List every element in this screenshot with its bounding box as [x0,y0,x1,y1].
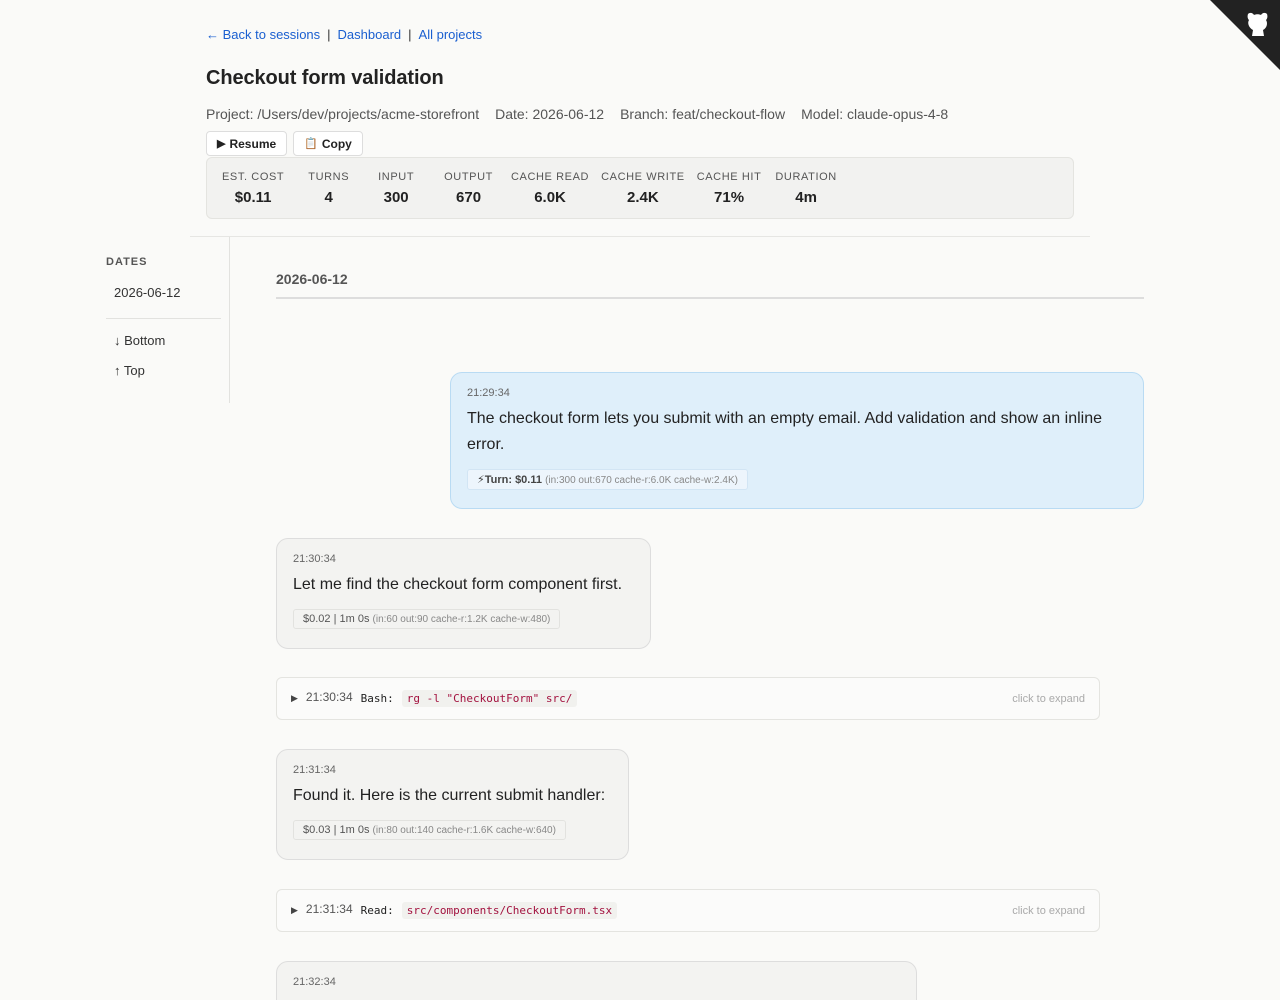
tool-name: Read: [360,904,394,917]
tool-command: rg -l "CheckoutForm" src/ [401,690,578,707]
stat-value: 6.0K [534,189,566,206]
stat-label: CACHE HIT [696,171,762,183]
stat-value: 2.4K [627,189,659,206]
message-text: The checkout form lets you submit with a… [467,410,1102,453]
stat-cache-write: CACHE WRITE 2.4K [601,171,685,218]
expand-hint: click to expand [1012,692,1085,705]
stat-label: CACHE WRITE [601,171,685,183]
tool-timestamp: 21:31:34 [305,901,353,916]
stat-label: OUTPUT [444,171,493,183]
dates-section-label: DATES [106,256,148,268]
stat-cache-read: CACHE READ 6.0K [511,171,589,218]
all-projects-link[interactable]: All projects [419,27,483,42]
play-icon: ▶ [217,138,226,150]
meta-date: Date: 2026-06-12 [495,106,605,122]
copy-label: Copy [321,136,352,151]
stat-label: EST. COST [222,171,285,183]
stat-value: 4m [795,189,817,206]
session-header: ← Back to sessions | Dashboard | All pro… [206,26,1086,156]
message-cost-badge: $0.02 | 1m 0s (in:60 out:90 cache-r:1.2K… [293,609,561,629]
message-timestamp: 21:32:34 [293,976,336,988]
page-title: Checkout form validation [206,67,444,89]
assistant-message: 21:30:34 Let me find the checkout form c… [276,538,651,649]
github-corner[interactable] [1210,0,1280,70]
stat-label: DURATION [775,171,837,183]
stat-input: INPUT 300 [378,171,414,218]
message-cost-detail: (in:80 out:140 cache-r:1.6K cache-w:640) [372,825,556,836]
meta-branch: Branch: feat/checkout-flow [620,106,786,122]
stat-label: CACHE READ [510,171,590,183]
resume-button[interactable]: ▶ Resume [206,131,288,156]
sidebar-date-link[interactable]: 2026-06-12 [114,285,229,300]
stat-turns: TURNS 4 [308,171,349,218]
message-text: Let me find the checkout form component … [293,576,623,593]
stat-value: 4 [324,189,333,206]
stat-output: OUTPUT 670 [444,171,493,218]
action-buttons: ▶ Resume 📋 Copy [206,131,1086,156]
stats-bar: EST. COST $0.11 TURNS 4 INPUT 300 OUTPUT… [206,157,1074,219]
tool-timestamp: 21:30:34 [305,689,353,704]
back-to-sessions-link[interactable]: ← Back to sessions [206,27,320,42]
message-cost-badge: $0.03 | 1m 0s (in:80 out:140 cache-r:1.6… [293,820,566,840]
nav-separator: | [408,26,412,42]
message-cost-main: $0.03 | 1m 0s [303,824,370,836]
tool-name: Bash: [360,692,394,705]
meta-project: Project: /Users/dev/projects/acme-storef… [206,106,480,122]
stat-value: 670 [456,189,482,206]
clipboard-icon: 📋 [304,138,318,150]
tool-call-row[interactable]: ▶ 21:31:34 Read: src/components/Checkout… [276,889,1100,932]
dates-sidebar: DATES 2026-06-12 ↓ Bottom ↑ Top [106,237,230,403]
message-text: Found it. Here is the current submit han… [293,787,606,804]
turn-cost-detail: (in:300 out:670 cache-r:6.0K cache-w:2.4… [545,475,738,486]
breadcrumb: ← Back to sessions | Dashboard | All pro… [206,26,1086,42]
assistant-message: 21:31:34 Found it. Here is the current s… [276,749,629,860]
sidebar-divider [106,318,221,319]
jump-to-bottom-link[interactable]: ↓ Bottom [114,333,229,348]
stat-est-cost: EST. COST $0.11 [222,171,284,218]
triangle-right-icon: ▶ [291,693,298,703]
stat-duration: DURATION 4m [775,171,836,218]
session-meta: Project: /Users/dev/projects/acme-storef… [206,106,1086,122]
expand-hint: click to expand [1012,904,1085,917]
message-timestamp: 21:29:34 [467,387,510,399]
date-heading: 2026-06-12 [276,271,1144,299]
jump-to-top-link[interactable]: ↑ Top [114,363,229,378]
turn-cost-badge: ⚡Turn: $0.11 (in:300 out:670 cache-r:6.0… [467,469,748,490]
message-timestamp: 21:31:34 [293,764,336,776]
stat-label: TURNS [308,171,350,183]
dashboard-link[interactable]: Dashboard [338,27,402,42]
stat-value: $0.11 [234,189,272,206]
message-cost-detail: (in:60 out:90 cache-r:1.2K cache-w:480) [372,614,551,625]
copy-button[interactable]: 📋 Copy [293,131,363,156]
stat-value: 300 [383,189,409,206]
stat-cache-hit: CACHE HIT 71% [697,171,762,218]
tool-command: src/components/CheckoutForm.tsx [401,902,618,919]
triangle-right-icon: ▶ [291,905,298,915]
stat-label: INPUT [378,171,415,183]
stat-value: 71% [714,189,745,206]
resume-label: Resume [229,136,277,151]
assistant-message: 21:32:34 [276,961,917,1000]
header-divider [190,236,1090,237]
message-timestamp: 21:30:34 [293,553,336,565]
user-message: 21:29:34 The checkout form lets you subm… [450,372,1144,509]
tool-call-row[interactable]: ▶ 21:30:34 Bash: rg -l "CheckoutForm" sr… [276,677,1100,720]
meta-model: Model: claude-opus-4-8 [801,106,949,122]
nav-separator: | [327,26,331,42]
message-cost-main: $0.02 | 1m 0s [303,613,370,625]
turn-cost-main: ⚡Turn: $0.11 [477,474,542,486]
github-octocat-icon [1247,12,1268,36]
